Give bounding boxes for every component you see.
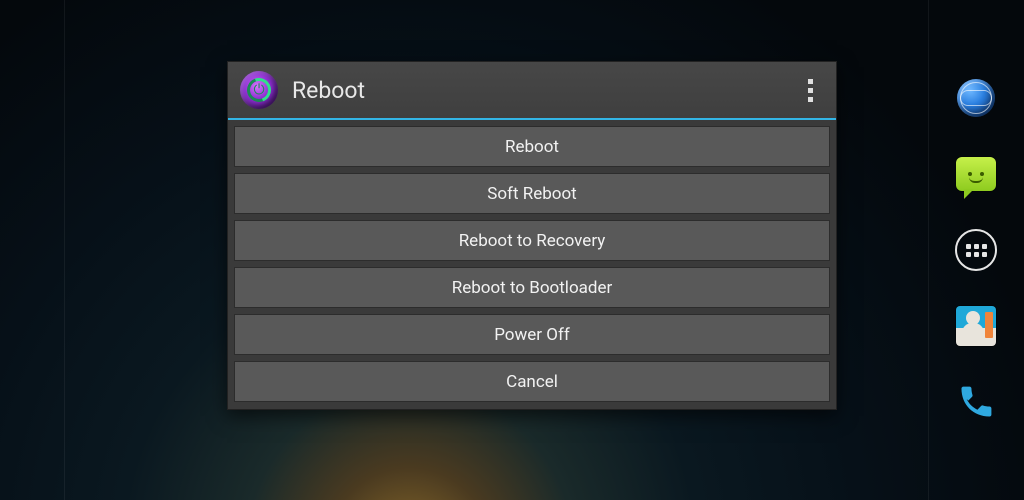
reboot-to-bootloader-button[interactable]: Reboot to Bootloader bbox=[234, 267, 830, 308]
messaging-app-icon[interactable] bbox=[955, 153, 997, 195]
cancel-button[interactable]: Cancel bbox=[234, 361, 830, 402]
option-label: Reboot to Bootloader bbox=[452, 278, 613, 298]
dialog-title: Reboot bbox=[292, 77, 796, 104]
wallpaper-guide-right bbox=[928, 0, 929, 500]
app-drawer-icon bbox=[955, 229, 997, 271]
reboot-button[interactable]: Reboot bbox=[234, 126, 830, 167]
reboot-to-recovery-button[interactable]: Reboot to Recovery bbox=[234, 220, 830, 261]
dialog-body: Reboot Soft Reboot Reboot to Recovery Re… bbox=[228, 120, 836, 409]
phone-app-icon[interactable] bbox=[955, 381, 997, 423]
overflow-menu-button[interactable] bbox=[796, 71, 824, 109]
contacts-icon bbox=[956, 306, 996, 346]
option-label: Cancel bbox=[506, 372, 558, 392]
dialog-header: Reboot bbox=[228, 62, 836, 120]
wallpaper-guide-left bbox=[64, 0, 65, 500]
overflow-dot-icon bbox=[808, 97, 813, 102]
launcher-dock bbox=[946, 0, 1006, 500]
option-label: Reboot bbox=[505, 137, 559, 157]
option-label: Soft Reboot bbox=[487, 184, 576, 204]
reboot-dialog: Reboot Reboot Soft Reboot Reboot to Reco… bbox=[227, 61, 837, 410]
option-label: Reboot to Recovery bbox=[459, 231, 606, 251]
contacts-app-icon[interactable] bbox=[955, 305, 997, 347]
overflow-dot-icon bbox=[808, 88, 813, 93]
speech-bubble-icon bbox=[956, 157, 996, 191]
option-label: Power Off bbox=[494, 325, 570, 345]
power-off-button[interactable]: Power Off bbox=[234, 314, 830, 355]
globe-icon bbox=[957, 79, 995, 117]
overflow-dot-icon bbox=[808, 79, 813, 84]
soft-reboot-button[interactable]: Soft Reboot bbox=[234, 173, 830, 214]
phone-handset-icon bbox=[955, 381, 997, 423]
browser-app-icon[interactable] bbox=[955, 77, 997, 119]
reboot-app-icon bbox=[240, 71, 278, 109]
app-drawer-button[interactable] bbox=[955, 229, 997, 271]
